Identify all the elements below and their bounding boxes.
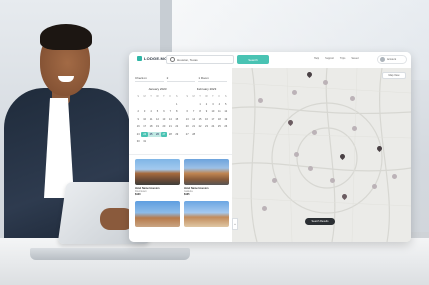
- logo-icon: [137, 56, 142, 61]
- search-input[interactable]: Houston, Texas: [166, 55, 234, 64]
- account-label: Account: [387, 58, 397, 61]
- calendar-right-month: February 2023: [196, 87, 217, 91]
- calendar-day[interactable]: 26: [154, 131, 161, 137]
- calendar-left-grid: S M T W T F S 1 2 3 4 5 6 7 8 9 10 11 12 13 14 15 16 17 18 19 20 21…: [135, 94, 180, 144]
- map-dot-icon[interactable]: [294, 152, 299, 157]
- map-dot-icon[interactable]: [262, 206, 267, 211]
- filter-row: Check-in 2 1 Room: [135, 72, 228, 82]
- calendar-day[interactable]: 12: [223, 109, 229, 114]
- calendar-right-grid: S M T W T F S 1 2 3 4 5 6 7 8 9 10 11 12 13 14 15 16 17 18 19 20 21…: [184, 94, 229, 137]
- search-button[interactable]: Search: [237, 55, 269, 64]
- calendar-day[interactable]: 28: [190, 132, 196, 137]
- top-nav: Help Support Trips Saved: [314, 57, 358, 60]
- calendar-day[interactable]: 26: [223, 124, 229, 129]
- desk: [0, 238, 429, 285]
- hotel-price: $120: [135, 193, 141, 196]
- hotel-card[interactable]: [135, 201, 180, 227]
- map-dot-icon[interactable]: [352, 126, 357, 131]
- person-hair: [40, 24, 92, 50]
- calendar-weekday: S: [175, 95, 178, 98]
- hotel-cards: Hotel Name Houston Downtown $120 Hotel N…: [135, 159, 229, 227]
- search-value: Houston, Texas: [177, 57, 198, 62]
- map-dot-icon[interactable]: [323, 80, 328, 85]
- nav-link-support[interactable]: Support: [325, 57, 334, 60]
- hotel-photo: [135, 201, 180, 227]
- logo-text: LODGE.MO: [144, 56, 168, 61]
- hotel-price: $135: [184, 193, 190, 196]
- calendar-day[interactable]: 22: [174, 124, 180, 129]
- hotel-card[interactable]: [184, 201, 229, 227]
- guests-field[interactable]: 2: [166, 72, 196, 82]
- calendar-day[interactable]: 31: [141, 139, 147, 144]
- calendar-day[interactable]: 1: [174, 102, 180, 107]
- map-results-pill[interactable]: Search Results: [305, 218, 335, 225]
- divider: [129, 154, 232, 155]
- calendar-left: January 2023 S M T W T F S 1 2 3 4 5 6 7 8 9 10 11 12 13 14 1…: [135, 87, 180, 151]
- map-dot-icon[interactable]: [308, 166, 313, 171]
- checkin-field[interactable]: Check-in: [135, 72, 164, 82]
- map-dot-icon[interactable]: [272, 178, 277, 183]
- map-dot-icon[interactable]: [258, 98, 263, 103]
- rooms-field[interactable]: 1 Room: [198, 72, 228, 82]
- map-dot-icon[interactable]: [372, 184, 377, 189]
- hotel-search-app-window: LODGE.MO Houston, Texas Search Help Supp…: [129, 52, 411, 242]
- map-dot-icon[interactable]: [292, 90, 297, 95]
- hotel-photo: [135, 159, 180, 185]
- account-button[interactable]: Account: [377, 55, 407, 64]
- hotel-card[interactable]: Hotel Name Houston Galleria $135: [184, 159, 229, 196]
- laptop-base: [30, 248, 190, 260]
- map-dot-icon[interactable]: [392, 174, 397, 179]
- map-zoom-button[interactable]: +: [232, 218, 238, 230]
- calendar-weekday: S: [224, 95, 227, 98]
- calendar-day[interactable]: 8: [174, 109, 180, 114]
- calendar-day[interactable]: 5: [223, 102, 229, 107]
- map-dot-icon[interactable]: [312, 130, 317, 135]
- nav-link-help[interactable]: Help: [314, 57, 319, 60]
- map-view-button[interactable]: Map View: [382, 72, 406, 79]
- calendar-day[interactable]: 15: [174, 117, 180, 122]
- avatar: [380, 57, 385, 62]
- calendar-right: February 2023 S M T W T F S 1 2 3 4 5 6 7 8 9 10 11 12 13 14…: [184, 87, 229, 151]
- photo-scene: LODGE.MO Houston, Texas Search Help Supp…: [0, 0, 429, 285]
- map-roads: [232, 68, 411, 242]
- date-picker: January 2023 S M T W T F S 1 2 3 4 5 6 7 8 9 10 11 12 13 14 1…: [135, 87, 229, 151]
- results-panel: Check-in 2 1 Room January 2023 SMTWTFS12…: [129, 68, 233, 242]
- app-logo[interactable]: LODGE.MO: [137, 56, 167, 61]
- hotel-card[interactable]: Hotel Name Houston Downtown $120: [135, 159, 180, 196]
- nav-link-trips[interactable]: Trips: [340, 57, 345, 60]
- calendar-day[interactable]: 29: [174, 132, 180, 137]
- nav-link-saved[interactable]: Saved: [351, 57, 358, 60]
- map-dot-icon[interactable]: [330, 178, 335, 183]
- calendar-left-month: January 2023: [148, 87, 167, 91]
- hotel-photo: [184, 159, 229, 185]
- calendar-day[interactable]: 19: [223, 117, 229, 122]
- map-dot-icon[interactable]: [350, 96, 355, 101]
- map-view[interactable]: Map View + Search Results: [232, 68, 411, 242]
- hotel-photo: [184, 201, 229, 227]
- search-icon: [170, 57, 175, 62]
- top-bar: LODGE.MO Houston, Texas Search Help Supp…: [129, 52, 411, 69]
